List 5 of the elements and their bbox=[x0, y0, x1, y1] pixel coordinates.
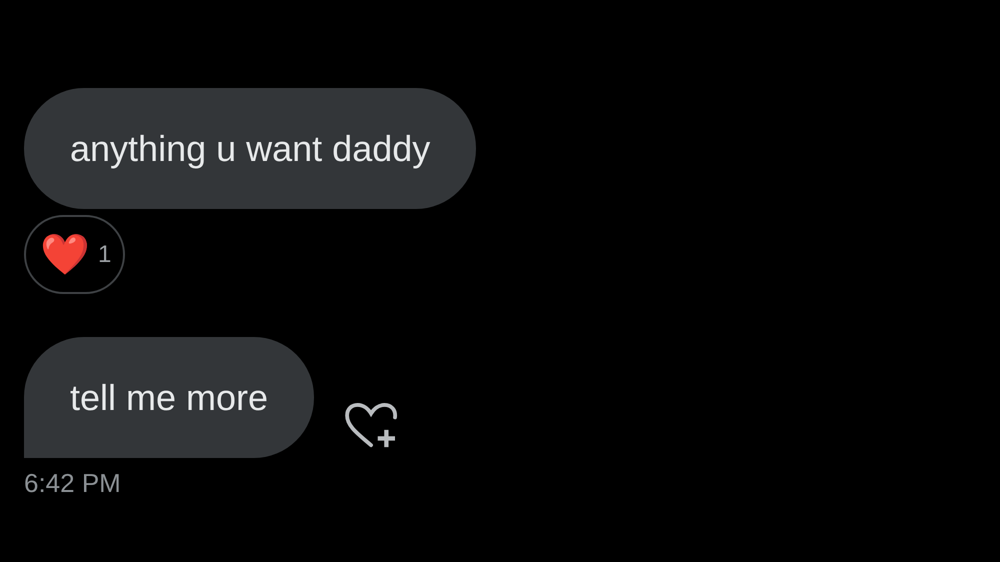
message-time: 6:42 PM bbox=[24, 468, 121, 499]
message-bubble: anything u want daddy bbox=[24, 88, 476, 209]
reaction-count: 1 bbox=[98, 240, 112, 268]
message-bubble: tell me more bbox=[24, 337, 314, 458]
heart-emoji: ❤ bbox=[40, 231, 90, 278]
